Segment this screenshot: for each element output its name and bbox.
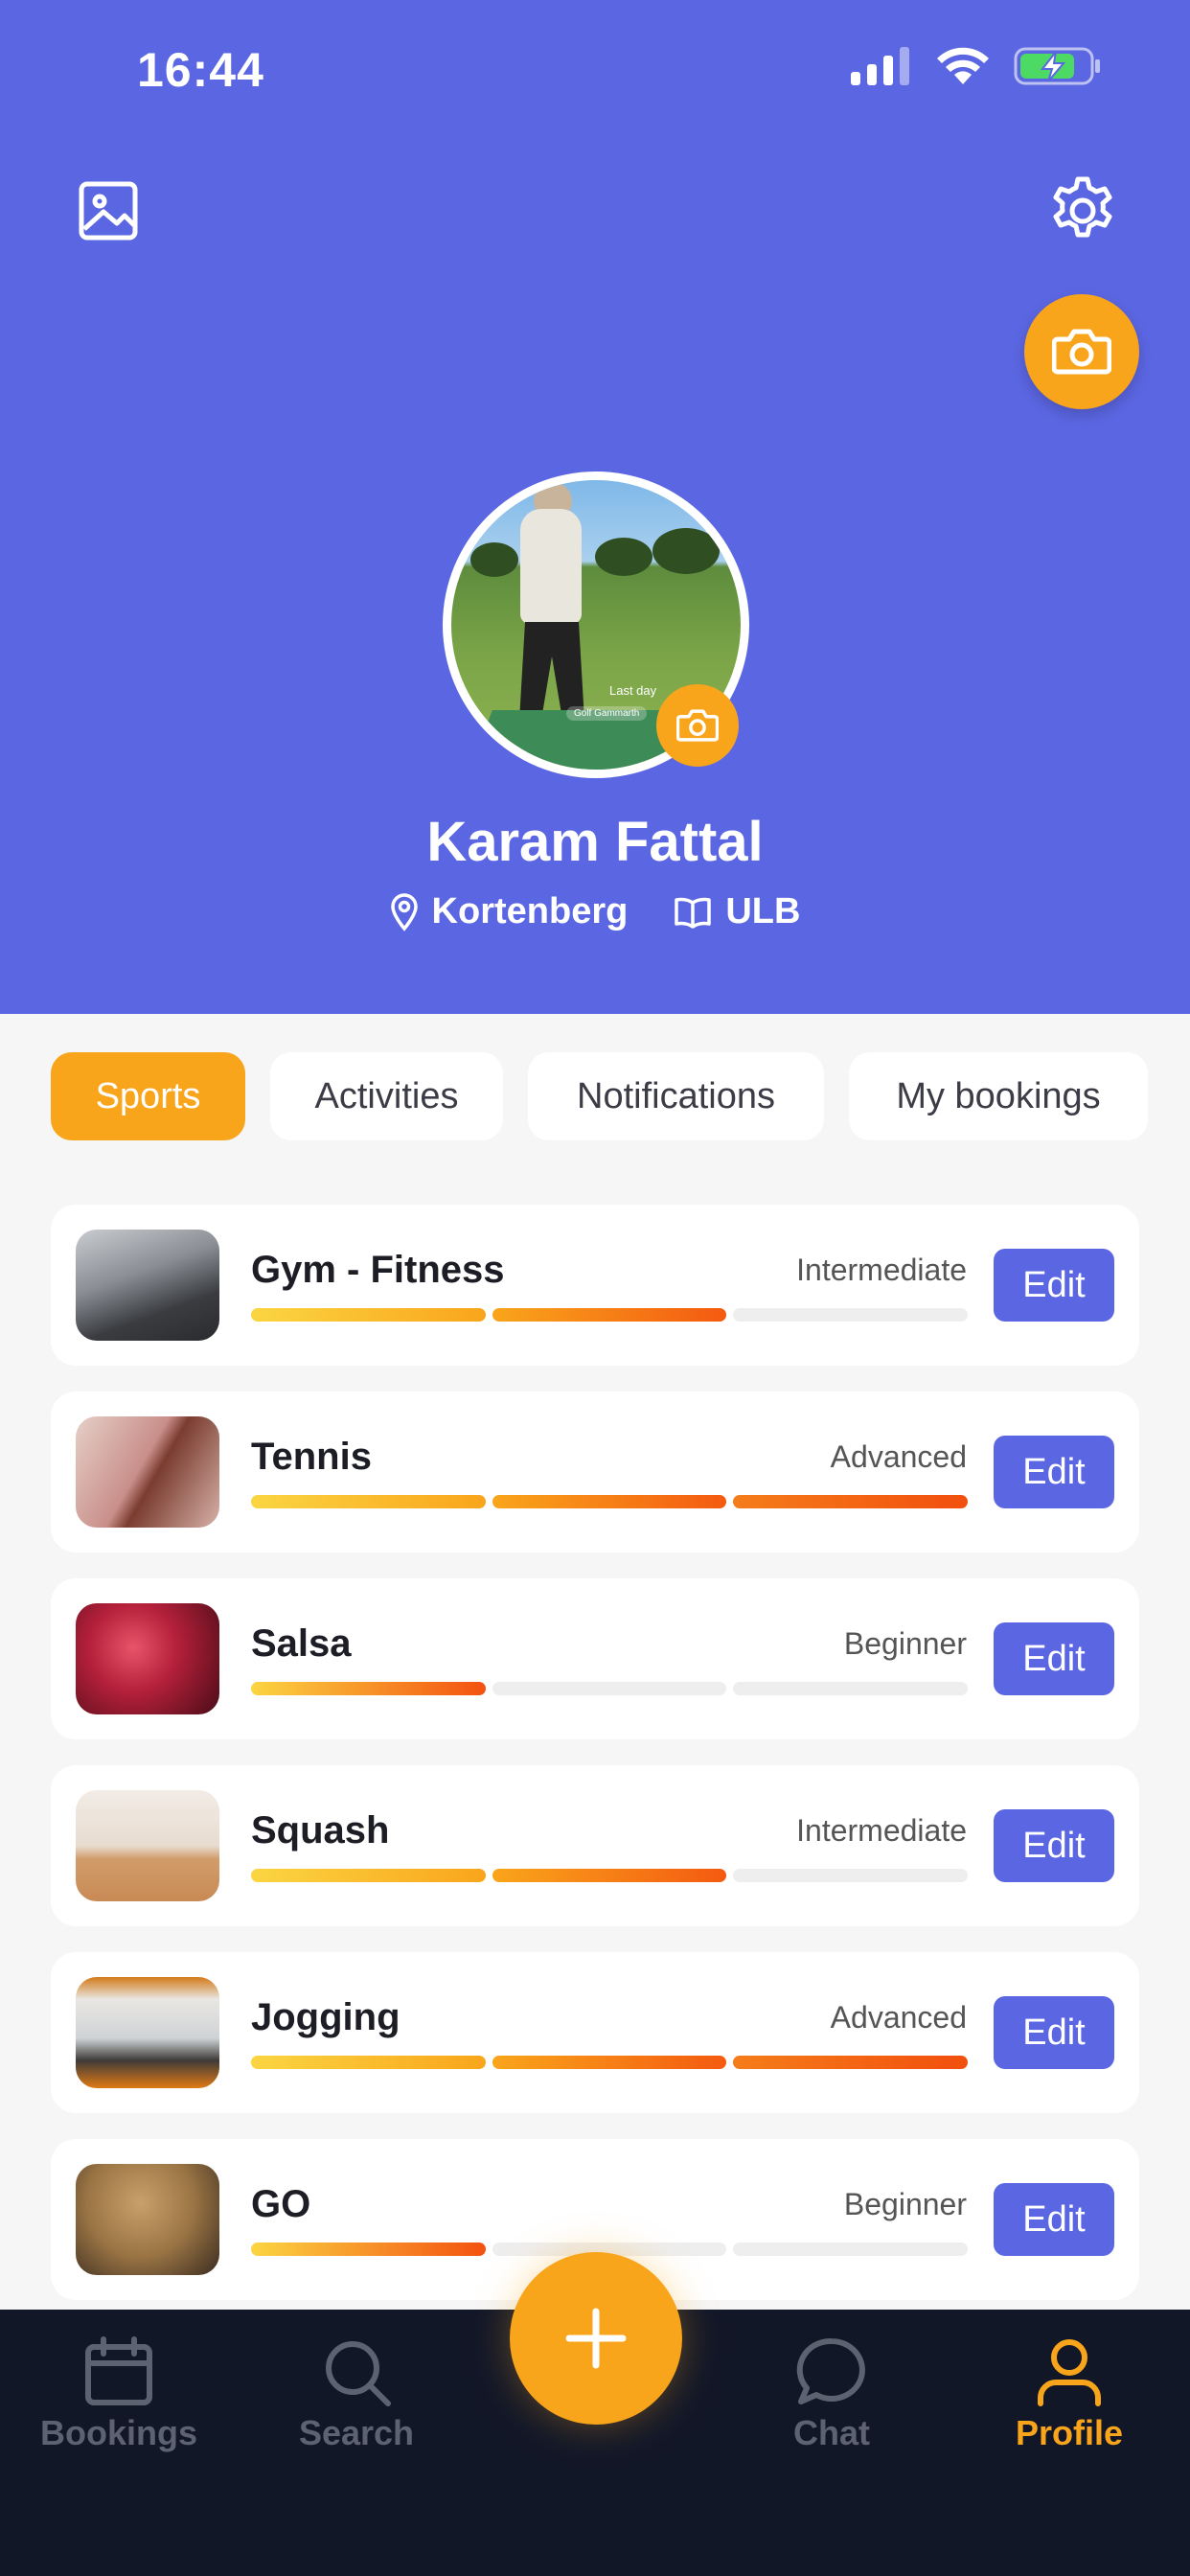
signal-icon — [851, 47, 909, 85]
tab-my-bookings[interactable]: My bookings — [849, 1052, 1148, 1140]
search-icon — [326, 2341, 391, 2406]
level-bar — [251, 1495, 969, 1508]
level-bar — [251, 2056, 969, 2069]
sport-thumbnail — [76, 1603, 219, 1714]
sports-list: Gym - Fitness Intermediate Edit Tennis A… — [51, 1205, 1139, 2326]
sport-card-gym-fitness[interactable]: Gym - Fitness Intermediate Edit — [51, 1205, 1139, 1366]
sport-name: Jogging — [251, 1996, 400, 2038]
level-bar — [251, 1682, 969, 1695]
profile-tabs: Sports Activities Notifications My booki… — [51, 1052, 1148, 1140]
edit-button[interactable]: Edit — [994, 1436, 1114, 1508]
sport-card-squash[interactable]: Squash Intermediate Edit — [51, 1765, 1139, 1926]
settings-button[interactable] — [1044, 172, 1121, 249]
sport-card-tennis[interactable]: Tennis Advanced Edit — [51, 1392, 1139, 1552]
camera-icon — [676, 709, 719, 742]
status-time: 16:44 — [137, 43, 264, 97]
avatar-place: Golf Gammarth — [566, 706, 648, 721]
gallery-button[interactable] — [75, 177, 142, 244]
sport-name: Gym - Fitness — [251, 1249, 505, 1291]
sport-thumbnail — [76, 1977, 219, 2088]
nav-chat-label: Chat — [793, 2413, 870, 2452]
profile-icon — [1038, 2339, 1101, 2406]
cover-camera-button[interactable] — [1024, 294, 1139, 409]
sport-level: Beginner — [843, 2187, 967, 2221]
sport-thumbnail — [76, 1230, 219, 1341]
sport-name: Tennis — [251, 1436, 372, 1478]
sport-card-salsa[interactable]: Salsa Beginner Edit — [51, 1578, 1139, 1739]
tab-sports[interactable]: Sports — [51, 1052, 245, 1140]
image-icon — [79, 181, 138, 241]
location-pin-icon — [390, 892, 418, 932]
battery-icon — [1014, 47, 1100, 85]
nav-profile-label: Profile — [1015, 2413, 1124, 2452]
sport-name: Squash — [251, 1809, 390, 1852]
sport-level: Advanced — [830, 1439, 967, 1474]
wifi-icon — [937, 47, 989, 84]
camera-icon — [1052, 329, 1111, 375]
level-bar — [251, 1869, 969, 1882]
school: ULB — [674, 891, 800, 932]
profile-meta: Kortenberg ULB — [0, 891, 1190, 932]
location-label: Kortenberg — [431, 891, 629, 932]
nav-bookings-label: Bookings — [39, 2413, 197, 2452]
edit-button[interactable]: Edit — [994, 2183, 1114, 2256]
sport-level: Intermediate — [796, 1253, 967, 1287]
book-icon — [675, 897, 712, 929]
sport-card-jogging[interactable]: Jogging Advanced Edit — [51, 1952, 1139, 2113]
school-label: ULB — [725, 891, 801, 932]
location: Kortenberg — [390, 891, 629, 932]
sport-level: Beginner — [843, 1626, 967, 1661]
plus-icon — [565, 2308, 627, 2369]
add-button[interactable] — [510, 2252, 682, 2425]
sport-name: GO — [251, 2183, 311, 2225]
nav-profile[interactable]: Profile — [973, 2336, 1165, 2453]
tab-notifications[interactable]: Notifications — [528, 1052, 824, 1140]
edit-button[interactable]: Edit — [994, 1809, 1114, 1882]
profile-header: 16:44 Last day Golf Gammarth Karam Fatta… — [0, 0, 1190, 1014]
profile-name: Karam Fattal — [426, 811, 764, 873]
avatar-camera-button[interactable] — [656, 684, 739, 767]
tab-activities[interactable]: Activities — [270, 1052, 503, 1140]
nav-search-label: Search — [298, 2413, 415, 2452]
sport-thumbnail — [76, 1790, 219, 1901]
edit-button[interactable]: Edit — [994, 1249, 1114, 1322]
nav-search[interactable]: Search — [261, 2336, 452, 2453]
edit-button[interactable]: Edit — [994, 1996, 1114, 2069]
calendar-icon — [85, 2336, 152, 2405]
level-bar — [251, 1308, 969, 1322]
avatar-caption: Last day — [609, 683, 657, 698]
sport-thumbnail — [76, 2164, 219, 2275]
sport-level: Advanced — [830, 2000, 967, 2035]
sport-name: Salsa — [251, 1622, 352, 1665]
nav-bookings[interactable]: Bookings — [23, 2336, 215, 2453]
nav-chat[interactable]: Chat — [736, 2336, 927, 2453]
sport-level: Intermediate — [796, 1813, 967, 1848]
status-icons — [851, 46, 1102, 86]
edit-button[interactable]: Edit — [994, 1622, 1114, 1695]
chat-icon — [796, 2337, 865, 2404]
gear-icon — [1053, 176, 1112, 238]
sport-thumbnail — [76, 1416, 219, 1528]
